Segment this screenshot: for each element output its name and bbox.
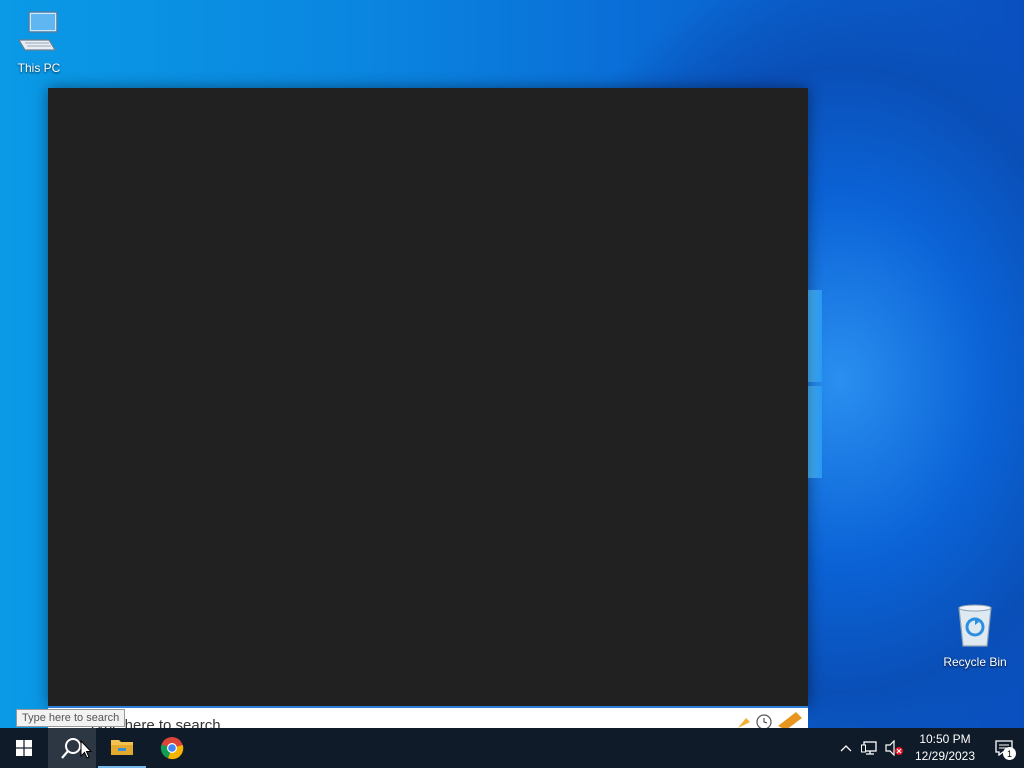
search-panel[interactable]: Type here to search xyxy=(48,706,808,728)
wallpaper-beam xyxy=(808,290,822,382)
network-button[interactable] xyxy=(858,728,882,768)
app-window[interactable] xyxy=(48,88,808,706)
chevron-up-icon xyxy=(840,745,852,752)
volume-button[interactable] xyxy=(882,728,906,768)
system-tray: 10:50 PM 12/29/2023 1 xyxy=(834,728,1024,768)
clock-time: 10:50 PM xyxy=(919,732,971,746)
mouse-cursor-icon xyxy=(80,740,92,759)
notification-count-badge: 1 xyxy=(1003,747,1016,760)
taskbar: 10:50 PM 12/29/2023 1 xyxy=(0,728,1024,768)
volume-muted-icon xyxy=(885,740,903,756)
desktop-icon-this-pc[interactable]: This PC xyxy=(4,10,74,75)
wallpaper-beam xyxy=(808,386,822,478)
network-icon xyxy=(861,741,877,755)
show-hidden-icons-button[interactable] xyxy=(834,728,858,768)
chrome-icon xyxy=(160,737,184,760)
clock[interactable]: 10:50 PM 12/29/2023 xyxy=(906,731,984,765)
taskbar-file-explorer[interactable] xyxy=(98,728,146,768)
windows-logo-icon xyxy=(16,740,32,756)
desktop-icon-label: Recycle Bin xyxy=(943,655,1007,669)
search-tooltip: Type here to search xyxy=(16,709,126,727)
computer-icon xyxy=(4,10,74,57)
recycle-bin-icon xyxy=(940,602,1010,651)
action-center-button[interactable]: 1 xyxy=(984,728,1024,768)
desktop-icon-recycle-bin[interactable]: Recycle Bin xyxy=(940,602,1010,669)
search-highlight-illustration-icon xyxy=(738,712,802,728)
taskbar-chrome[interactable] xyxy=(148,728,196,768)
desktop-icon-label: This PC xyxy=(17,61,61,75)
start-button[interactable] xyxy=(0,728,48,768)
clock-date: 12/29/2023 xyxy=(914,749,976,763)
file-explorer-icon xyxy=(111,740,133,755)
